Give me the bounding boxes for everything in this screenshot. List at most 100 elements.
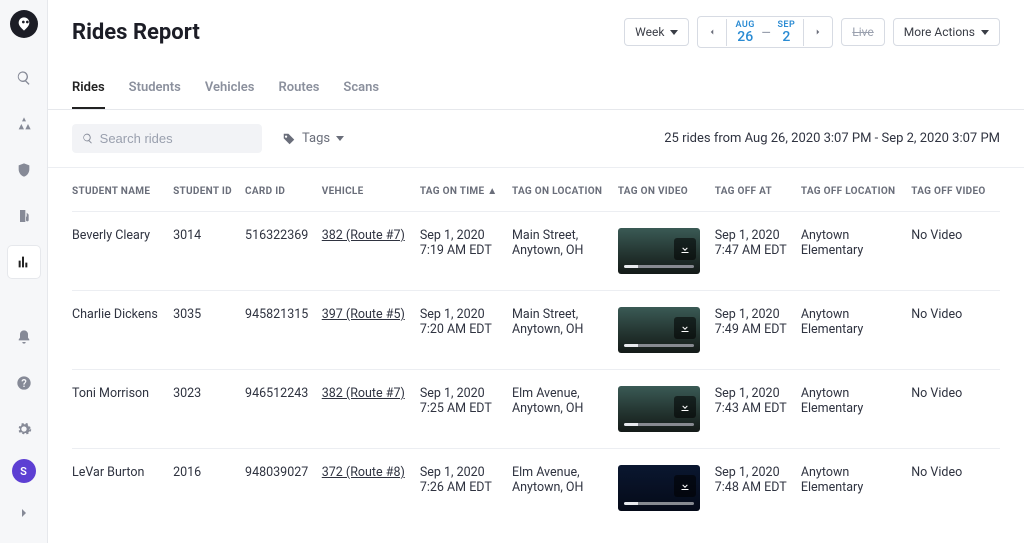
reports-icon[interactable] bbox=[8, 246, 40, 278]
video-thumbnail[interactable] bbox=[618, 307, 700, 353]
sort-asc-icon: ▲ bbox=[487, 186, 497, 197]
sidebar: S bbox=[0, 0, 48, 543]
col-vehicle[interactable]: VEHICLE bbox=[322, 168, 420, 212]
cell-card-id: 945821315 bbox=[245, 291, 322, 370]
cell-tag-on-video[interactable] bbox=[618, 291, 715, 370]
download-icon[interactable] bbox=[674, 396, 696, 418]
cell-tag-off-location: AnytownElementary bbox=[801, 370, 911, 449]
chevron-down-icon bbox=[981, 30, 989, 35]
safety-icon[interactable] bbox=[8, 154, 40, 186]
cell-tag-off-at: Sep 1, 20207:43 AM EDT bbox=[715, 370, 801, 449]
cell-tag-off-location: AnytownElementary bbox=[801, 449, 911, 528]
main-content: Rides Report Week AUG 26 – SEP bbox=[48, 0, 1024, 543]
help-icon[interactable] bbox=[8, 367, 40, 399]
collapse-icon[interactable] bbox=[8, 497, 40, 529]
col-card-id[interactable]: CARD ID bbox=[245, 168, 322, 212]
next-date-button[interactable] bbox=[804, 17, 832, 47]
app-logo[interactable] bbox=[10, 10, 38, 38]
cell-tag-on-location: Elm Avenue,Anytown, OH bbox=[512, 370, 618, 449]
cell-tag-on-location: Main Street,Anytown, OH bbox=[512, 291, 618, 370]
results-summary: 25 rides from Aug 26, 2020 3:07 PM - Sep… bbox=[664, 131, 1000, 146]
table-row: Charlie Dickens 3035 945821315 397 (Rout… bbox=[72, 291, 1000, 370]
cell-tag-on-location: Elm Avenue,Anytown, OH bbox=[512, 449, 618, 528]
table-row: Beverly Cleary 3014 516322369 382 (Route… bbox=[72, 212, 1000, 291]
cell-tag-on-video[interactable] bbox=[618, 212, 715, 291]
video-thumbnail[interactable] bbox=[618, 465, 700, 511]
tab-rides[interactable]: Rides bbox=[72, 70, 105, 109]
cell-tag-off-video: No Video bbox=[911, 212, 1000, 291]
cell-tag-on-time: Sep 1, 20207:19 AM EDT bbox=[420, 212, 512, 291]
col-student-name[interactable]: STUDENT NAME bbox=[72, 168, 173, 212]
cell-student-id: 3035 bbox=[173, 291, 245, 370]
cell-tag-on-time: Sep 1, 20207:20 AM EDT bbox=[420, 291, 512, 370]
chevron-down-icon bbox=[670, 30, 678, 35]
cell-card-id: 516322369 bbox=[245, 212, 322, 291]
cell-tag-off-location: AnytownElementary bbox=[801, 291, 911, 370]
tab-students[interactable]: Students bbox=[129, 70, 181, 109]
cell-tag-off-at: Sep 1, 20207:48 AM EDT bbox=[715, 449, 801, 528]
cell-vehicle[interactable]: 372 (Route #8) bbox=[322, 449, 420, 528]
user-avatar[interactable]: S bbox=[12, 459, 36, 483]
cell-student-name: Beverly Cleary bbox=[72, 212, 173, 291]
download-icon[interactable] bbox=[674, 238, 696, 260]
cell-vehicle[interactable]: 382 (Route #7) bbox=[322, 370, 420, 449]
more-actions-dropdown[interactable]: More Actions bbox=[893, 18, 1000, 46]
col-tag-off-location[interactable]: TAG OFF LOCATION bbox=[801, 168, 911, 212]
col-student-id[interactable]: STUDENT ID bbox=[173, 168, 245, 212]
date-navigator: AUG 26 – SEP 2 bbox=[697, 16, 833, 48]
cell-card-id: 946512243 bbox=[245, 370, 322, 449]
cell-tag-off-at: Sep 1, 20207:49 AM EDT bbox=[715, 291, 801, 370]
cell-tag-on-location: Main Street,Anytown, OH bbox=[512, 212, 618, 291]
cell-tag-off-video: No Video bbox=[911, 370, 1000, 449]
week-dropdown[interactable]: Week bbox=[624, 18, 689, 46]
cell-vehicle[interactable]: 382 (Route #7) bbox=[322, 212, 420, 291]
cell-card-id: 948039027 bbox=[245, 449, 322, 528]
dispatch-icon[interactable] bbox=[8, 108, 40, 140]
tag-icon bbox=[282, 132, 296, 146]
tab-routes[interactable]: Routes bbox=[278, 70, 319, 109]
table-row: LeVar Burton 2016 948039027 372 (Route #… bbox=[72, 449, 1000, 528]
cell-tag-off-video: No Video bbox=[911, 291, 1000, 370]
tab-bar: Rides Students Vehicles Routes Scans bbox=[48, 70, 1024, 110]
tab-vehicles[interactable]: Vehicles bbox=[205, 70, 255, 109]
download-icon[interactable] bbox=[674, 475, 696, 497]
cell-tag-off-location: AnytownElementary bbox=[801, 212, 911, 291]
alerts-icon[interactable] bbox=[8, 321, 40, 353]
page-title: Rides Report bbox=[72, 20, 200, 45]
cell-student-name: Toni Morrison bbox=[72, 370, 173, 449]
cell-tag-on-video[interactable] bbox=[618, 449, 715, 528]
cell-student-id: 3023 bbox=[173, 370, 245, 449]
search-field[interactable] bbox=[100, 131, 252, 146]
cell-tag-on-video[interactable] bbox=[618, 370, 715, 449]
chevron-down-icon bbox=[336, 136, 344, 141]
col-tag-off-video[interactable]: TAG OFF VIDEO bbox=[911, 168, 1000, 212]
settings-icon[interactable] bbox=[8, 413, 40, 445]
cell-student-name: Charlie Dickens bbox=[72, 291, 173, 370]
search-icon[interactable] bbox=[8, 62, 40, 94]
col-tag-off-at[interactable]: TAG OFF AT bbox=[715, 168, 801, 212]
cell-student-id: 2016 bbox=[173, 449, 245, 528]
cell-tag-off-at: Sep 1, 20207:47 AM EDT bbox=[715, 212, 801, 291]
col-tag-on-video[interactable]: TAG ON VIDEO bbox=[618, 168, 715, 212]
live-button[interactable]: Live bbox=[841, 18, 884, 46]
search-input[interactable] bbox=[72, 124, 262, 153]
cell-student-name: LeVar Burton bbox=[72, 449, 173, 528]
prev-date-button[interactable] bbox=[698, 17, 726, 47]
cell-vehicle[interactable]: 397 (Route #5) bbox=[322, 291, 420, 370]
video-thumbnail[interactable] bbox=[618, 228, 700, 274]
cell-tag-on-time: Sep 1, 20207:26 AM EDT bbox=[420, 449, 512, 528]
col-tag-on-time[interactable]: TAG ON TIME ▲ bbox=[420, 168, 512, 212]
date-range-display[interactable]: AUG 26 – SEP 2 bbox=[726, 19, 804, 46]
fuel-icon[interactable] bbox=[8, 200, 40, 232]
video-thumbnail[interactable] bbox=[618, 386, 700, 432]
search-icon bbox=[82, 132, 94, 145]
download-icon[interactable] bbox=[674, 317, 696, 339]
cell-tag-off-video: No Video bbox=[911, 449, 1000, 528]
col-tag-on-location[interactable]: TAG ON LOCATION bbox=[512, 168, 618, 212]
tab-scans[interactable]: Scans bbox=[343, 70, 379, 109]
table-row: Toni Morrison 3023 946512243 382 (Route … bbox=[72, 370, 1000, 449]
cell-student-id: 3014 bbox=[173, 212, 245, 291]
rides-table: STUDENT NAME STUDENT ID CARD ID VEHICLE … bbox=[72, 168, 1000, 527]
cell-tag-on-time: Sep 1, 20207:25 AM EDT bbox=[420, 370, 512, 449]
tags-filter[interactable]: Tags bbox=[282, 131, 344, 146]
